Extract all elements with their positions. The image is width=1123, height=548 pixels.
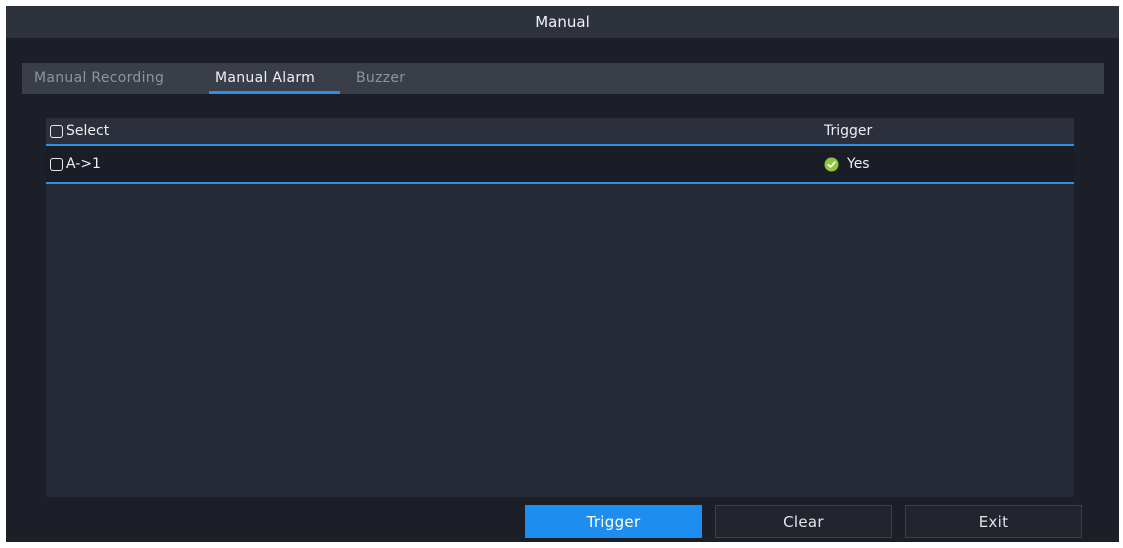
table-header: Select Trigger [46,118,1074,146]
dialog-title: Manual [6,6,1119,38]
header-trigger-cell: Trigger [824,118,872,144]
tab-manual-recording[interactable]: Manual Recording [34,63,164,94]
header-select-label: Select [66,123,110,139]
row-select-cell: A->1 [50,146,101,182]
row-trigger-cell: Yes [824,146,870,182]
dialog-title-text: Manual [535,13,590,31]
header-select-cell: Select [50,118,109,144]
select-all-checkbox[interactable] [50,124,63,138]
row-checkbox[interactable] [50,157,63,171]
check-circle-icon [824,156,839,172]
header-trigger-label: Trigger [824,123,873,139]
table-row[interactable]: A->1 Yes [46,146,1074,184]
alarm-table: Select Trigger A->1 Yes [46,118,1074,497]
tab-bar: Manual Recording Manual Alarm Buzzer [22,63,1104,94]
trigger-button[interactable]: Trigger [525,505,702,538]
clear-button[interactable]: Clear [715,505,892,538]
exit-button[interactable]: Exit [905,505,1082,538]
button-bar: Trigger Clear Exit [6,505,1119,538]
tab-buzzer[interactable]: Buzzer [356,63,405,94]
manual-dialog: Manual Manual Recording Manual Alarm Buz… [6,6,1119,542]
row-name: A->1 [66,156,101,172]
tab-manual-alarm[interactable]: Manual Alarm [215,63,315,94]
row-trigger-value: Yes [847,156,870,172]
active-tab-indicator [209,91,340,94]
